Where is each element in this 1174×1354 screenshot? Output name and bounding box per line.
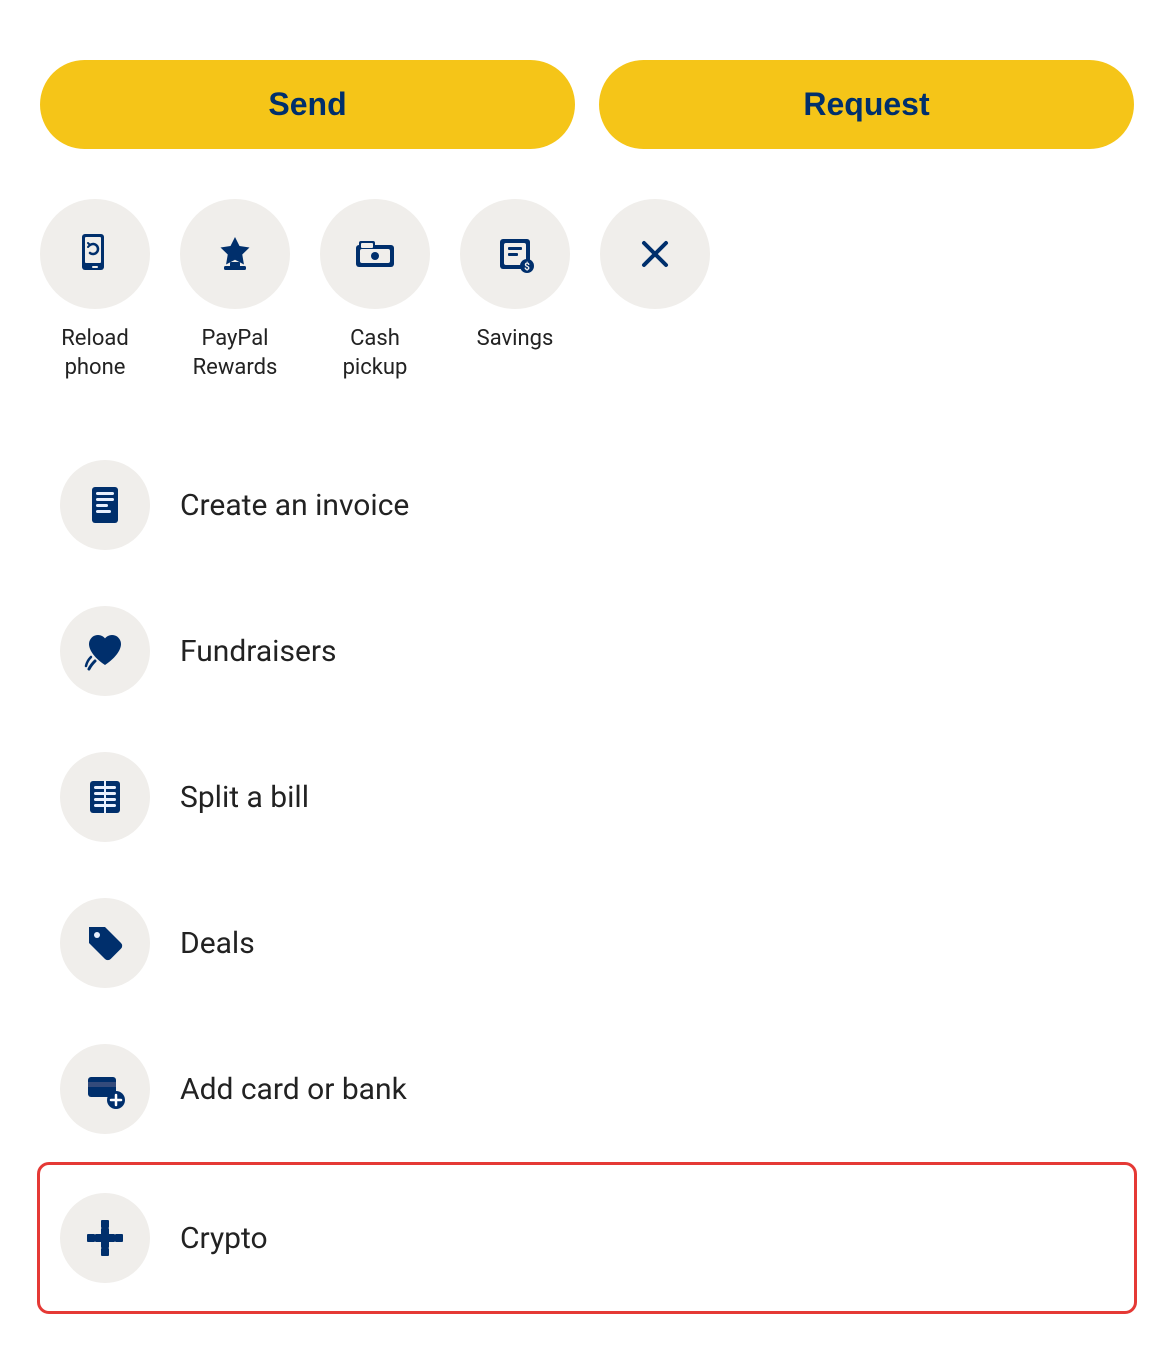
list-item-crypto[interactable]: Crypto: [37, 1162, 1137, 1314]
crypto-icon: [83, 1216, 127, 1260]
quick-action-paypal-rewards[interactable]: PayPalRewards: [180, 199, 290, 382]
deals-icon: [83, 921, 127, 965]
reload-phone-icon: [70, 229, 120, 279]
add-card-bank-icon-circle: [60, 1044, 150, 1134]
top-buttons-container: Send Request: [40, 60, 1134, 149]
paypal-rewards-icon: [210, 229, 260, 279]
list-item-add-card-bank[interactable]: Add card or bank: [40, 1016, 1134, 1162]
savings-label: Savings: [477, 325, 554, 354]
quick-action-reload-phone[interactable]: Reloadphone: [40, 199, 150, 382]
crypto-icon-circle: [60, 1193, 150, 1283]
add-card-bank-icon: [83, 1067, 127, 1111]
request-button[interactable]: Request: [599, 60, 1134, 149]
fundraisers-label: Fundraisers: [180, 634, 337, 669]
cash-pickup-icon-circle: [320, 199, 430, 309]
cash-pickup-icon: [350, 229, 400, 279]
quick-action-cash-pickup[interactable]: Cashpickup: [320, 199, 430, 382]
fundraisers-icon-circle: [60, 606, 150, 696]
fundraisers-icon: [83, 629, 127, 673]
send-button[interactable]: Send: [40, 60, 575, 149]
create-invoice-label: Create an invoice: [180, 488, 409, 523]
split-bill-label: Split a bill: [180, 780, 309, 815]
close-icon: [630, 229, 680, 279]
list-item-split-bill[interactable]: Split a bill: [40, 724, 1134, 870]
deals-label: Deals: [180, 926, 255, 961]
list-item-fundraisers[interactable]: Fundraisers: [40, 578, 1134, 724]
reload-phone-icon-circle: [40, 199, 150, 309]
savings-icon: $: [490, 229, 540, 279]
add-card-bank-label: Add card or bank: [180, 1072, 407, 1107]
reload-phone-label: Reloadphone: [61, 325, 129, 382]
savings-icon-circle: $: [460, 199, 570, 309]
split-bill-icon-circle: [60, 752, 150, 842]
list-items-container: Create an invoice Fundraisers Split a bi…: [40, 432, 1134, 1314]
cash-pickup-label: Cashpickup: [343, 325, 408, 382]
close-icon-circle: [600, 199, 710, 309]
quick-actions-row: Reloadphone PayPalRewards Cashpickup: [40, 199, 1134, 382]
paypal-rewards-label: PayPalRewards: [193, 325, 278, 382]
quick-action-close[interactable]: [600, 199, 710, 325]
paypal-rewards-icon-circle: [180, 199, 290, 309]
list-item-create-invoice[interactable]: Create an invoice: [40, 432, 1134, 578]
quick-action-savings[interactable]: $ Savings: [460, 199, 570, 354]
split-bill-icon: [83, 775, 127, 819]
svg-text:$: $: [524, 260, 530, 273]
crypto-label: Crypto: [180, 1221, 268, 1256]
deals-icon-circle: [60, 898, 150, 988]
list-item-deals[interactable]: Deals: [40, 870, 1134, 1016]
create-invoice-icon: [83, 483, 127, 527]
create-invoice-icon-circle: [60, 460, 150, 550]
